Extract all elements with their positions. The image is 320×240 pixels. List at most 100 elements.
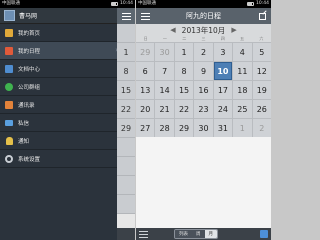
calendar-day[interactable]: 10 [213,62,233,80]
calendar-day[interactable]: 5 [252,43,271,61]
next-month-button[interactable]: ▶ [231,26,236,34]
calendar-day[interactable]: 30 [155,43,174,61]
bell-icon [4,136,14,146]
view-month-tab[interactable]: 月 [204,230,217,238]
calendar-day[interactable]: 30 [194,119,213,137]
mail-icon [4,118,14,128]
calendar-day[interactable]: 8 [174,62,194,80]
calendar-header: 阿九的日程 [136,8,271,24]
preview-day: 22 [117,100,135,119]
sidebar-item[interactable]: 公司群组 [0,78,135,96]
sidebar-item-label: 系统设置 [18,156,41,163]
calendar-day[interactable]: 22 [174,100,194,118]
home-icon [4,28,14,38]
bottom-toolbar: 列表 周 月 [136,228,271,240]
preview-day [117,195,135,214]
calendar-day[interactable]: 2 [252,119,271,137]
weekday-label: 六 [259,36,264,41]
carrier-label: 中国联通 [2,1,20,6]
prev-month-button[interactable]: ◀ [170,26,175,34]
contacts-icon [4,100,14,110]
calendar-day[interactable]: 18 [233,81,252,99]
calendar-day[interactable]: 31 [213,119,233,137]
sidebar-item-label: 通讯录 [18,102,35,109]
calendar-day[interactable]: 3 [213,43,233,61]
event-list-area [136,137,271,239]
sidebar-item[interactable]: 私信 [0,114,135,132]
calendar-day[interactable]: 1 [174,43,194,61]
month-navigator: ◀ 2013年10月 ▶ [136,24,271,36]
calendar-day[interactable]: 28 [155,119,174,137]
view-week-tab[interactable]: 周 [192,230,205,238]
status-bar: 中国联通 10:44 [136,0,271,8]
calendar-day[interactable]: 21 [155,100,174,118]
sidebar-item[interactable]: 我的日程› [0,42,135,60]
preview-day: 8 [117,62,135,81]
battery-icon [111,2,119,6]
calendar-day[interactable]: 24 [213,100,233,118]
sidebar-menu: 我的首页我的日程› 文档中心公司群组通讯录私信通知系统设置 [0,24,135,168]
calendar-day[interactable]: 4 [233,43,252,61]
calendar-day[interactable]: 7 [155,62,174,80]
calendar-icon[interactable] [260,230,268,238]
calendar-icon [4,46,14,56]
sidebar-item[interactable]: 我的首页 [0,24,135,42]
content-preview[interactable]: 1 8 15 22 29 [117,8,135,240]
new-event-button[interactable] [257,11,267,21]
user-name: 曹马网 [19,13,38,20]
left-screen: 中国联通 10:44 曹马网 我的首页我的日程› 文档中心公司群组通讯录私信通知系… [0,0,135,240]
calendar-day[interactable]: 26 [252,100,271,118]
battery-icon [247,2,255,6]
right-screen: 中国联通 10:44 阿九的日程 ◀ 2013年10月 ▶ 日一二三四五六 29… [136,0,271,240]
calendar-day[interactable]: 23 [194,100,213,118]
calendar-day[interactable]: 17 [213,81,233,99]
sidebar-item-label: 我的日程 [18,48,41,55]
calendar-day[interactable]: 13 [136,81,155,99]
clock-label: 10:44 [256,1,269,6]
preview-day [117,157,135,176]
sidebar-header[interactable]: 曹马网 [0,8,135,24]
weekday-label: 四 [220,36,225,41]
calendar-day[interactable]: 15 [174,81,194,99]
view-list-tab[interactable]: 列表 [175,230,192,238]
list-icon[interactable] [139,230,148,238]
sidebar-item[interactable]: 系统设置 [0,150,135,168]
calendar-day[interactable]: 1 [233,119,252,137]
calendar-day[interactable]: 12 [252,62,271,80]
calendar-day[interactable]: 29 [174,119,194,137]
calendar-day[interactable]: 19 [252,81,271,99]
group-icon [4,82,14,92]
weekday-row: 日一二三四五六 [136,36,271,42]
weekday-label: 日 [143,36,148,41]
sidebar-item-label: 文档中心 [18,66,41,73]
calendar-day[interactable]: 20 [136,100,155,118]
calendar-day[interactable]: 25 [233,100,252,118]
calendar-day[interactable]: 6 [136,62,155,80]
preview-bottom-bar [117,228,135,240]
sidebar-item[interactable]: 通讯录 [0,96,135,114]
calendar-day[interactable]: 29 [136,43,155,61]
calendar-day[interactable]: 2 [194,43,213,61]
calendar-day[interactable]: 27 [136,119,155,137]
weekday-label: 三 [201,36,206,41]
sidebar-item-label: 我的首页 [18,30,41,37]
avatar[interactable] [4,10,15,21]
sidebar-item[interactable]: 通知 [0,132,135,150]
preview-day: 1 [117,43,135,62]
menu-button[interactable] [140,11,150,21]
calendar-day[interactable]: 11 [233,62,252,80]
weekday-label: 二 [182,36,187,41]
calendar-day[interactable]: 14 [155,81,174,99]
sidebar-item[interactable]: 文档中心 [0,60,135,78]
gear-icon [4,154,14,164]
hamburger-icon [121,12,131,20]
preview-day: 29 [117,119,135,138]
calendar-day[interactable]: 9 [194,62,213,80]
menu-toggle-button[interactable] [117,8,135,24]
sidebar-item-label: 通知 [18,138,30,145]
weekday-label: 五 [240,36,245,41]
preview-day: 15 [117,81,135,100]
status-bar: 中国联通 10:44 [0,0,135,8]
calendar-day[interactable]: 16 [194,81,213,99]
document-icon [4,64,14,74]
